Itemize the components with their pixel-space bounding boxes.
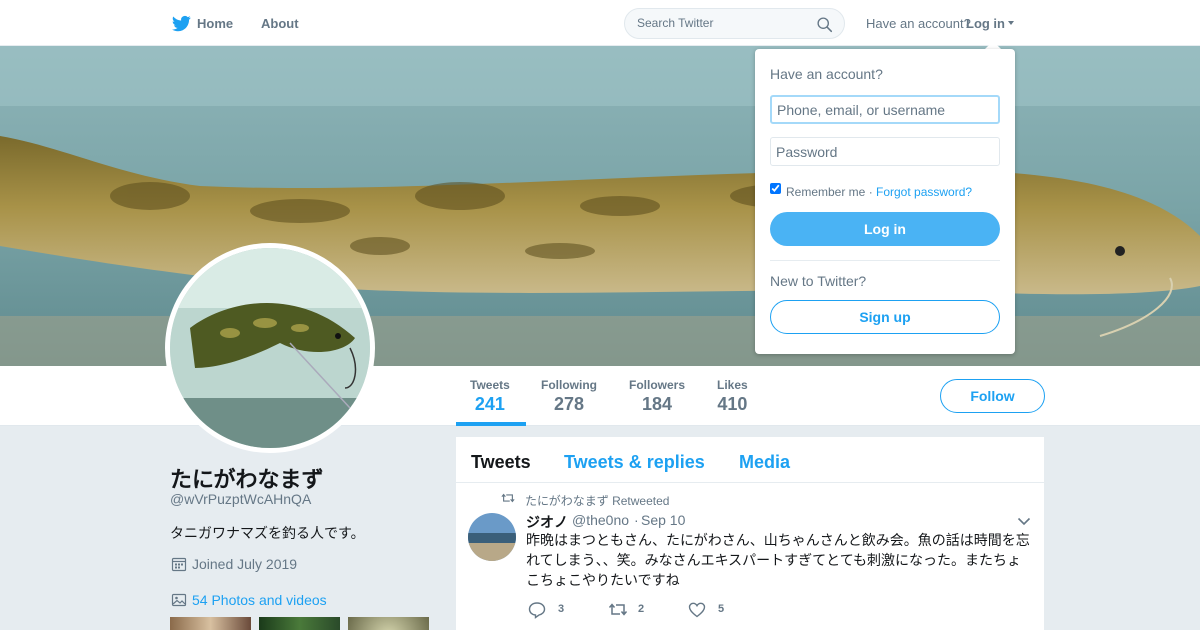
tweet-author-avatar[interactable] — [468, 513, 516, 561]
login-dropdown: Have an account? Remember me · Forgot pa… — [755, 49, 1015, 354]
timeline: Tweets Tweets & replies Media たにがわなまず Re… — [456, 437, 1044, 630]
tab-tweets[interactable]: Tweets — [471, 452, 531, 473]
dropdown-pointer — [985, 41, 1001, 49]
search-box — [624, 8, 845, 39]
tweet-separator: · — [634, 512, 639, 528]
forgot-password-link[interactable]: Forgot password? — [876, 185, 972, 199]
twitter-bird-icon[interactable] — [171, 14, 192, 33]
nav-home-link[interactable]: Home — [197, 16, 233, 31]
follow-button[interactable]: Follow — [940, 379, 1045, 413]
new-to-twitter-text: New to Twitter? — [770, 273, 867, 289]
photos-and-videos-link[interactable]: 54 Photos and videos — [192, 592, 327, 608]
tweet-author-name[interactable]: ジオノ — [526, 512, 568, 532]
stat-tweets[interactable]: Tweets 241 — [470, 378, 510, 415]
profile-bio: タニガワナマズを釣る人です。 — [170, 525, 365, 541]
stat-value: 184 — [641, 394, 673, 414]
media-thumbnail[interactable] — [259, 617, 340, 630]
stat-followers[interactable]: Followers 184 — [629, 378, 685, 415]
tweet-text: 昨晩はまつともさん、たにがわさん、山ちゃんさんと飲み会。魚の話は時間を忘れてしま… — [526, 532, 1030, 588]
signup-button[interactable]: Sign up — [770, 300, 1000, 334]
have-account-text: Have an account? — [866, 16, 971, 31]
remember-me-label[interactable]: Remember me · — [786, 185, 873, 199]
media-thumbnail[interactable] — [348, 617, 429, 630]
calendar-icon — [171, 557, 187, 572]
chevron-down-icon[interactable] — [1008, 21, 1014, 25]
chevron-down-icon[interactable] — [1017, 517, 1031, 526]
remember-me-checkbox[interactable] — [770, 183, 781, 194]
dropdown-title: Have an account? — [770, 66, 883, 82]
retweet-icon — [608, 603, 628, 616]
nav-about-link[interactable]: About — [261, 16, 299, 31]
media-thumbnail[interactable] — [170, 617, 251, 630]
profile-screen-name[interactable]: @wVrPuzptWcAHnQA — [170, 491, 311, 507]
avatar[interactable] — [165, 243, 375, 453]
timeline-tabs: Tweets Tweets & replies Media — [456, 437, 1044, 483]
stat-label: Following — [541, 378, 597, 392]
top-navigation: Home About Have an account? Log in — [0, 0, 1200, 46]
active-stat-indicator — [456, 422, 526, 426]
photo-icon — [171, 593, 187, 607]
tweet-timestamp[interactable]: Sep 10 — [641, 512, 685, 528]
tweet-author-handle[interactable]: @the0no — [572, 512, 629, 528]
stat-following[interactable]: Following 278 — [541, 378, 597, 415]
like-count: 5 — [718, 603, 725, 615]
login-dropdown-toggle[interactable]: Log in — [966, 16, 1005, 31]
stat-label: Likes — [717, 378, 748, 392]
joined-date: Joined July 2019 — [192, 556, 298, 572]
username-field[interactable] — [770, 95, 1000, 124]
stat-value: 410 — [717, 394, 748, 414]
password-field[interactable] — [770, 137, 1000, 166]
stat-value: 241 — [474, 394, 505, 414]
retweet-icon — [501, 493, 515, 503]
stat-likes[interactable]: Likes 410 — [717, 378, 748, 415]
stat-label: Tweets — [470, 378, 510, 392]
stat-value: 278 — [553, 394, 585, 414]
reply-icon — [528, 602, 546, 619]
like-icon — [688, 602, 706, 618]
stat-label: Followers — [629, 378, 686, 392]
reply-count: 3 — [558, 603, 565, 615]
login-button[interactable]: Log in — [770, 212, 1000, 246]
search-icon[interactable] — [816, 16, 833, 33]
search-input[interactable] — [637, 16, 807, 30]
divider — [770, 260, 1000, 261]
tab-media[interactable]: Media — [739, 452, 790, 473]
retweeted-by-context[interactable]: たにがわなまず Retweeted — [525, 492, 669, 509]
retweet-count: 2 — [638, 603, 645, 615]
profile-display-name[interactable]: たにがわなまず — [170, 462, 324, 494]
tab-tweets-and-replies[interactable]: Tweets & replies — [564, 452, 705, 473]
